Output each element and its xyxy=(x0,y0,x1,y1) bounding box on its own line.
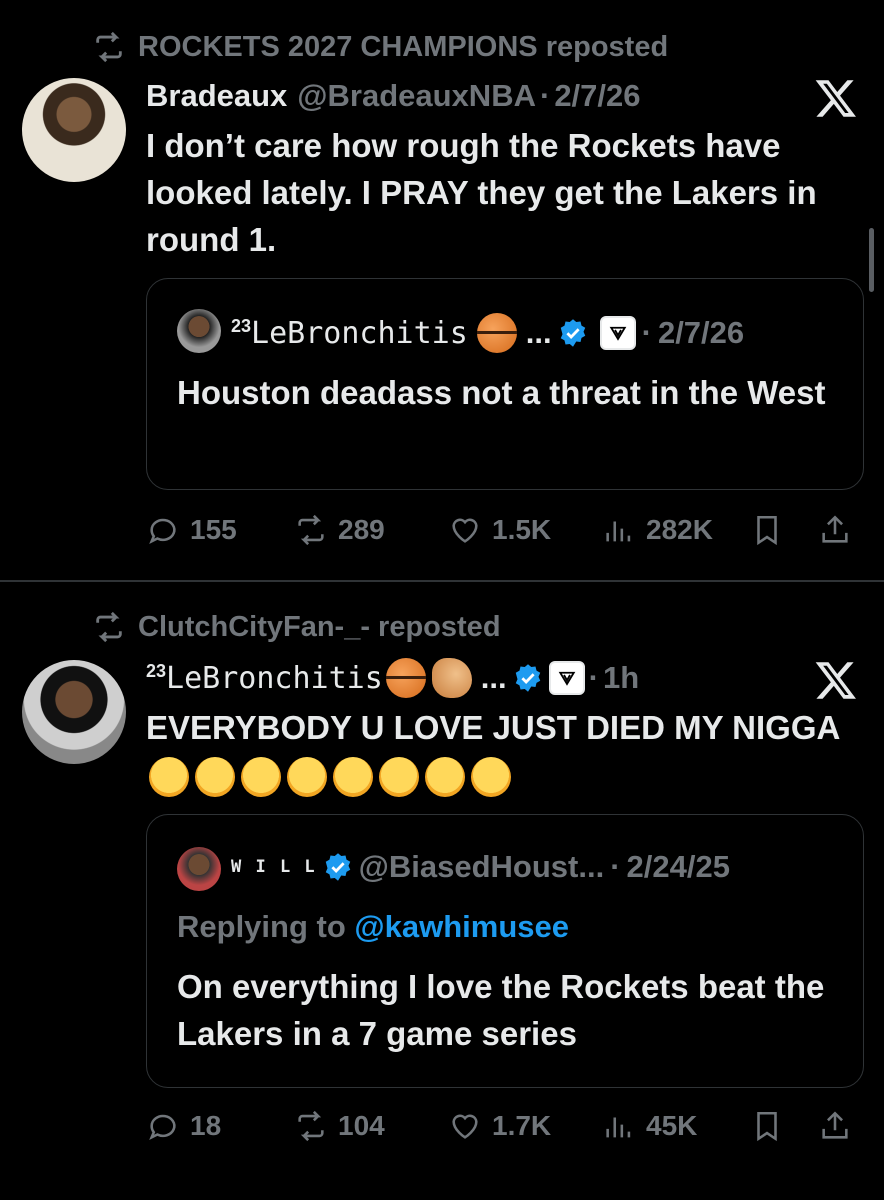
verified-badge-icon xyxy=(560,319,585,347)
reply-icon xyxy=(149,1114,176,1141)
view-count: 282K xyxy=(646,514,713,545)
quoted-date[interactable]: 2/24/25 xyxy=(627,849,730,885)
reply-button[interactable]: 155 xyxy=(146,513,237,547)
like-button[interactable]: 1.7K xyxy=(448,1109,551,1143)
crying-face-emoji-icon xyxy=(379,757,419,798)
quoted-author-name[interactable]: W I L L xyxy=(231,857,317,877)
repost-icon xyxy=(96,31,122,63)
quoted-post[interactable]: W I L L @BiasedHoust... · 2/24/25 Replyi… xyxy=(146,814,864,1088)
crying-face-emoji-icon xyxy=(333,757,373,798)
author-name[interactable]: 23LeBronchitis xyxy=(146,661,383,696)
views-button[interactable]: 45K xyxy=(602,1109,697,1143)
quoted-date[interactable]: 2/7/26 xyxy=(658,315,744,351)
like-count: 1.5K xyxy=(492,514,552,545)
quoted-text: On everything I love the Rockets beat th… xyxy=(177,968,825,1052)
repost-button[interactable]: 104 xyxy=(294,1109,385,1143)
repost-indicator: ClutchCityFan-_- reposted xyxy=(92,610,501,644)
post-date[interactable]: 2/7/26 xyxy=(554,78,640,114)
post-header: 23LeBronchitis ... · 1h xyxy=(146,658,639,698)
quoted-text: Houston deadass not a threat in the West xyxy=(177,374,826,411)
bookmark-icon xyxy=(757,1111,777,1142)
scrollbar[interactable] xyxy=(869,228,874,292)
quoted-avatar[interactable] xyxy=(177,309,221,353)
action-bar: 18 104 1.7K 45K xyxy=(146,1104,866,1148)
repost-icon xyxy=(298,514,324,546)
repost-count: 289 xyxy=(338,514,385,545)
reply-count: 18 xyxy=(190,1110,222,1141)
repost-button[interactable]: 289 xyxy=(294,513,385,547)
bookmark-button[interactable] xyxy=(750,1109,784,1143)
views-icon xyxy=(606,1117,631,1138)
heart-icon xyxy=(452,1114,478,1139)
replying-to-handle[interactable]: @kawhimusee xyxy=(354,909,569,944)
repost-label: ClutchCityFan-_- reposted xyxy=(138,610,501,643)
quoted-header: W I L L @BiasedHoust... · 2/24/25 xyxy=(231,849,730,885)
shooting-ball-emoji-icon xyxy=(431,658,472,698)
view-count: 45K xyxy=(646,1110,698,1141)
crying-face-emoji-icon xyxy=(195,757,235,798)
quoted-avatar[interactable] xyxy=(177,847,221,891)
like-count: 1.7K xyxy=(492,1110,552,1141)
heart-icon xyxy=(452,518,478,543)
action-bar: 155 289 1.5K 282K xyxy=(146,508,866,552)
separator: · xyxy=(539,78,551,113)
x-logo-icon xyxy=(815,662,856,699)
affiliate-badge-icon xyxy=(548,661,585,695)
verified-badge-icon xyxy=(515,664,540,692)
post-1[interactable]: ROCKETS 2027 CHAMPIONS reposted Bradeaux… xyxy=(0,0,884,580)
crying-face-emoji-icon xyxy=(425,757,465,798)
reply-icon xyxy=(149,518,176,545)
quoted-handle[interactable]: @BiasedHoust... xyxy=(359,849,605,885)
name-ellipsis: ... xyxy=(525,315,552,350)
bookmark-button[interactable] xyxy=(750,513,784,547)
share-icon xyxy=(822,515,848,543)
author-handle[interactable]: @BradeauxNBA xyxy=(297,78,536,114)
affiliate-badge-icon xyxy=(599,316,636,350)
basketball-emoji-icon xyxy=(385,658,426,698)
bookmark-icon xyxy=(757,515,777,546)
quoted-author-name[interactable]: 23LeBronchitis xyxy=(231,316,468,351)
like-button[interactable]: 1.5K xyxy=(448,513,551,547)
crying-face-emoji-icon xyxy=(241,757,281,798)
reply-button[interactable]: 18 xyxy=(146,1109,221,1143)
post-time[interactable]: 1h xyxy=(603,660,639,696)
separator: · xyxy=(588,660,599,695)
repost-label: ROCKETS 2027 CHAMPIONS reposted xyxy=(138,30,669,63)
crying-face-emoji-icon xyxy=(287,757,327,798)
post-2[interactable]: ClutchCityFan-_- reposted 23LeBronchitis… xyxy=(0,582,884,1200)
verified-badge-icon xyxy=(325,853,350,881)
share-icon xyxy=(822,1111,848,1139)
repost-icon xyxy=(298,1110,324,1142)
post-text: EVERYBODY U LOVE JUST DIED MY NIGGA xyxy=(146,704,856,798)
views-button[interactable]: 282K xyxy=(602,513,713,547)
x-logo-icon xyxy=(815,80,856,117)
post-header: Bradeaux @BradeauxNBA · 2/7/26 xyxy=(146,78,641,114)
replying-to: Replying to @kawhimusee xyxy=(177,909,569,944)
avatar[interactable] xyxy=(22,660,126,764)
reply-count: 155 xyxy=(190,514,237,545)
quoted-post[interactable]: 23LeBronchitis ... · 2/7/26 Houston dead… xyxy=(146,278,864,490)
separator: · xyxy=(641,315,652,350)
name-ellipsis: ... xyxy=(480,660,507,695)
views-icon xyxy=(606,521,631,542)
repost-icon xyxy=(96,611,122,643)
share-button[interactable] xyxy=(818,513,852,547)
crying-face-emoji-icon xyxy=(471,757,511,798)
author-name[interactable]: Bradeaux xyxy=(146,78,287,114)
quoted-header: 23LeBronchitis ... · 2/7/26 xyxy=(231,313,744,353)
post-text: I don’t care how rough the Rockets have … xyxy=(146,127,817,258)
avatar[interactable] xyxy=(22,78,126,182)
repost-count: 104 xyxy=(338,1110,385,1141)
separator: · xyxy=(610,849,621,884)
repost-indicator: ROCKETS 2027 CHAMPIONS reposted xyxy=(92,30,668,64)
crying-face-emoji-icon xyxy=(149,757,189,798)
share-button[interactable] xyxy=(818,1109,852,1143)
basketball-emoji-icon xyxy=(476,313,517,353)
